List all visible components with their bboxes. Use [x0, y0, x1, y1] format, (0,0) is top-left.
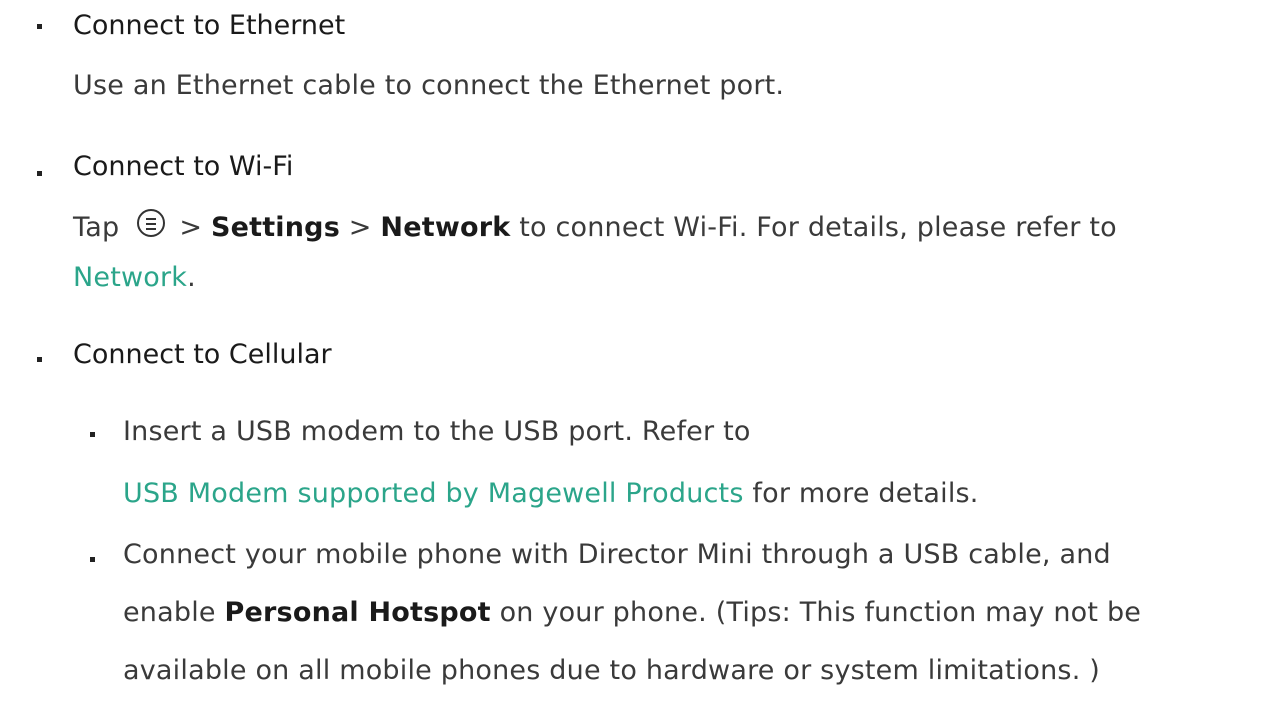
phone-line-1: Connect your mobile phone with Director …	[123, 539, 1111, 570]
menu-circle-icon	[137, 208, 166, 237]
phone-post: on your phone. (Tips: This function may …	[499, 597, 1142, 628]
phone-line-2: enable Personal Hotspot on your phone. (…	[123, 597, 1141, 628]
period: .	[187, 262, 196, 293]
sub-bullet-modem	[90, 432, 95, 437]
modem-tail: for more details.	[752, 478, 979, 509]
modem-line-2: USB Modem supported by Magewell Products…	[123, 478, 979, 509]
wifi-link-line: Network.	[73, 262, 196, 293]
separator-2: >	[348, 212, 372, 243]
settings-label: Settings	[210, 212, 340, 243]
wifi-instruction-rest: to connect Wi-Fi. For details, please re…	[519, 212, 1117, 243]
phone-line-3: available on all mobile phones due to ha…	[123, 655, 1100, 686]
network-link[interactable]: Network	[73, 262, 187, 293]
sub-bullet-phone	[90, 557, 95, 562]
bullet-ethernet	[37, 24, 42, 29]
modem-line-1: Insert a USB modem to the USB port. Refe…	[123, 416, 751, 447]
network-label: Network	[380, 212, 511, 243]
heading-cellular: Connect to Cellular	[73, 339, 332, 370]
bullet-cellular	[37, 357, 42, 362]
heading-ethernet: Connect to Ethernet	[73, 10, 346, 41]
phone-pre: enable	[123, 597, 216, 628]
tap-text: Tap	[73, 212, 120, 243]
separator-1: >	[179, 212, 203, 243]
usb-modem-link[interactable]: USB Modem supported by Magewell Products	[123, 478, 744, 509]
bullet-wifi	[37, 171, 42, 176]
personal-hotspot-label: Personal Hotspot	[224, 597, 491, 628]
wifi-instruction-line: Tap > Settings > Network to connect Wi-Fi…	[73, 208, 1117, 243]
heading-wifi: Connect to Wi-Fi	[73, 151, 294, 182]
ethernet-description: Use an Ethernet cable to connect the Eth…	[73, 70, 785, 101]
